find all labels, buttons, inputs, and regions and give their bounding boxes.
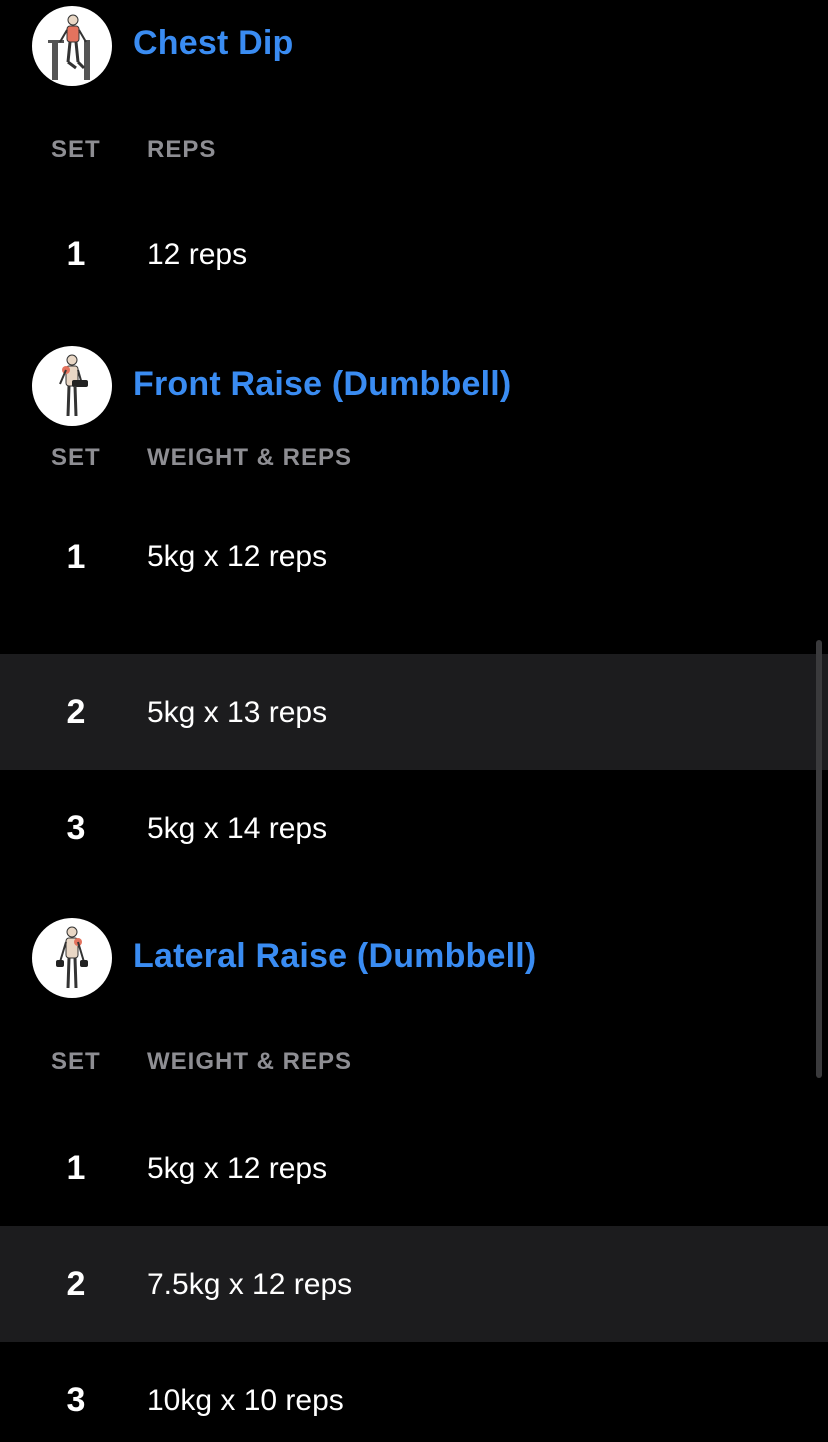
weight-reps-column-header: WEIGHT & REPS — [147, 1048, 353, 1075]
set-number: 1 — [66, 538, 86, 576]
exercise-title[interactable]: Lateral Raise (Dumbbell) — [133, 937, 536, 976]
set-row[interactable]: 3 10kg x 10 reps — [0, 1342, 828, 1442]
set-number: 2 — [66, 1265, 86, 1303]
set-value: 12 reps — [147, 238, 248, 271]
set-row[interactable]: 2 7.5kg x 12 reps — [0, 1226, 828, 1342]
exercise-header[interactable]: Chest Dip — [0, 0, 828, 86]
set-value: 7.5kg x 12 reps — [147, 1268, 353, 1301]
vertical-scrollbar[interactable] — [816, 640, 822, 1078]
set-number: 1 — [66, 235, 86, 273]
chest-dip-figure-icon[interactable] — [32, 6, 112, 86]
set-value: 5kg x 12 reps — [147, 540, 328, 573]
column-headers: SET WEIGHT & REPS — [0, 426, 828, 534]
weight-reps-column-header: WEIGHT & REPS — [147, 444, 353, 471]
set-column-header: SET — [51, 444, 101, 471]
set-row[interactable]: 1 5kg x 12 reps — [0, 534, 828, 650]
set-number: 1 — [66, 1149, 86, 1187]
workout-exercise-list: Chest Dip SET REPS 1 12 reps Front Raise… — [0, 0, 828, 650]
set-number: 3 — [66, 809, 86, 847]
set-row[interactable]: 2 5kg x 13 reps — [0, 654, 828, 770]
reps-column-header: REPS — [147, 136, 217, 163]
column-headers: SET WEIGHT & REPS — [0, 1004, 828, 1114]
front-raise-figure-icon[interactable] — [32, 346, 112, 426]
set-row[interactable]: 1 5kg x 12 reps — [0, 1110, 828, 1226]
exercise-header[interactable]: Front Raise (Dumbbell) — [0, 346, 828, 426]
set-value: 10kg x 10 reps — [147, 1384, 344, 1417]
set-value: 5kg x 13 reps — [147, 696, 328, 729]
column-headers: SET REPS — [0, 86, 828, 214]
set-row[interactable]: 1 12 reps — [0, 214, 828, 300]
exercise-header[interactable]: Lateral Raise (Dumbbell) — [0, 912, 828, 1004]
exercise-title[interactable]: Chest Dip — [133, 24, 293, 63]
exercise-title[interactable]: Front Raise (Dumbbell) — [133, 365, 511, 404]
set-column-header: SET — [51, 136, 101, 163]
exercise-chest-dip: Chest Dip SET REPS 1 12 reps — [0, 0, 828, 346]
set-number: 3 — [66, 1381, 86, 1419]
set-number: 2 — [66, 693, 86, 731]
exercise-front-raise: Front Raise (Dumbbell) SET WEIGHT & REPS… — [0, 346, 828, 650]
set-value: 5kg x 12 reps — [147, 1152, 328, 1185]
set-column-header: SET — [51, 1048, 101, 1075]
set-row[interactable]: 3 5kg x 14 reps — [0, 770, 828, 886]
set-value: 5kg x 14 reps — [147, 812, 328, 845]
lateral-raise-figure-icon[interactable] — [32, 918, 112, 998]
